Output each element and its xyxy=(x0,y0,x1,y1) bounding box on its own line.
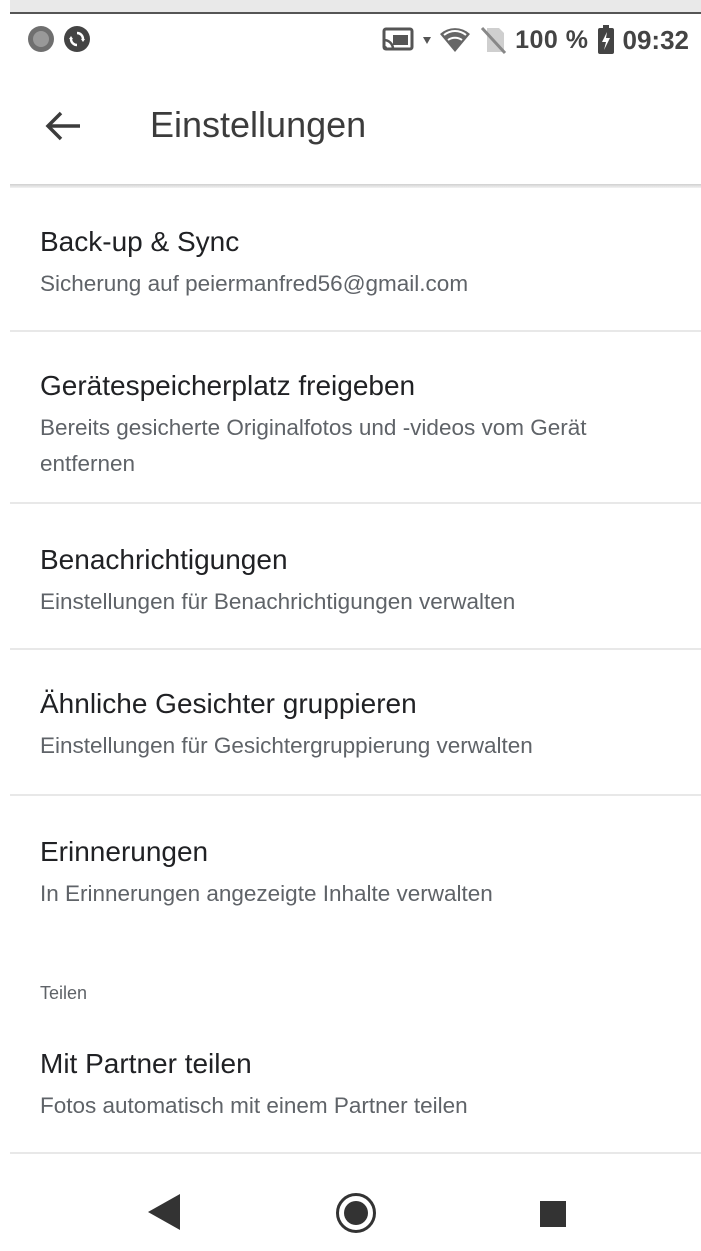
setting-title: Erinnerungen xyxy=(40,836,209,867)
battery-icon xyxy=(597,25,614,54)
setting-subtitle: Bereits gesicherte Originalfotos und -vi… xyxy=(40,415,587,476)
status-bar: 100 % 09:32 xyxy=(0,14,701,70)
divider xyxy=(10,1152,701,1154)
setting-title: Gerätespeicherplatz freigeben xyxy=(40,370,416,401)
page-title: Einstellungen xyxy=(150,104,367,145)
status-right: 100 % 09:32 xyxy=(381,22,689,58)
setting-backup-sync[interactable]: Back-up & Sync Sicherung auf peiermanfre… xyxy=(0,190,701,330)
system-nav-bar xyxy=(0,1155,701,1251)
app-bar: Einstellungen xyxy=(0,70,701,184)
arrow-back-icon xyxy=(45,111,80,141)
setting-subtitle: Einstellungen für Benachrichtigungen ver… xyxy=(40,589,516,614)
status-left xyxy=(28,26,90,52)
battery-percentage: 100 % xyxy=(515,25,589,54)
nav-recents-icon[interactable] xyxy=(540,1201,566,1227)
wifi-icon xyxy=(440,28,471,52)
cast-icon xyxy=(382,27,414,51)
setting-title: Ähnliche Gesichter gruppieren xyxy=(40,688,417,719)
setting-subtitle: Fotos automatisch mit einem Partner teil… xyxy=(40,1093,468,1118)
nav-home-icon[interactable] xyxy=(336,1193,376,1233)
setting-free-up-space[interactable]: Gerätespeicherplatz freigeben Bereits ge… xyxy=(0,332,701,502)
setting-subtitle: Sicherung auf peiermanfred56@gmail.com xyxy=(40,271,469,296)
setting-notifications[interactable]: Benachrichtigungen Einstellungen für Ben… xyxy=(0,504,701,648)
section-header-sharing: Teilen xyxy=(40,983,88,1003)
setting-face-grouping[interactable]: Ähnliche Gesichter gruppieren Einstellun… xyxy=(0,650,701,794)
setting-subtitle: Einstellungen für Gesichtergruppierung v… xyxy=(40,733,533,758)
data-arrow-icon xyxy=(423,37,432,44)
sync-icon xyxy=(64,26,90,52)
setting-subtitle: In Erinnerungen angezeigte Inhalte verwa… xyxy=(40,881,493,906)
no-sim-icon xyxy=(481,26,507,55)
app-bar-shadow xyxy=(10,184,701,188)
setting-title: Mit Partner teilen xyxy=(40,1048,252,1079)
back-button[interactable] xyxy=(34,98,90,154)
setting-title: Back-up & Sync xyxy=(40,226,240,257)
top-edge xyxy=(10,0,701,12)
setting-memories[interactable]: Erinnerungen In Erinnerungen angezeigte … xyxy=(0,796,701,946)
nav-back-icon[interactable] xyxy=(148,1194,180,1230)
setting-title: Benachrichtigungen xyxy=(40,544,288,575)
setting-partner-sharing[interactable]: Mit Partner teilen Fotos automatisch mit… xyxy=(0,1020,701,1152)
circle-icon xyxy=(28,26,54,52)
clock: 09:32 xyxy=(622,24,690,55)
